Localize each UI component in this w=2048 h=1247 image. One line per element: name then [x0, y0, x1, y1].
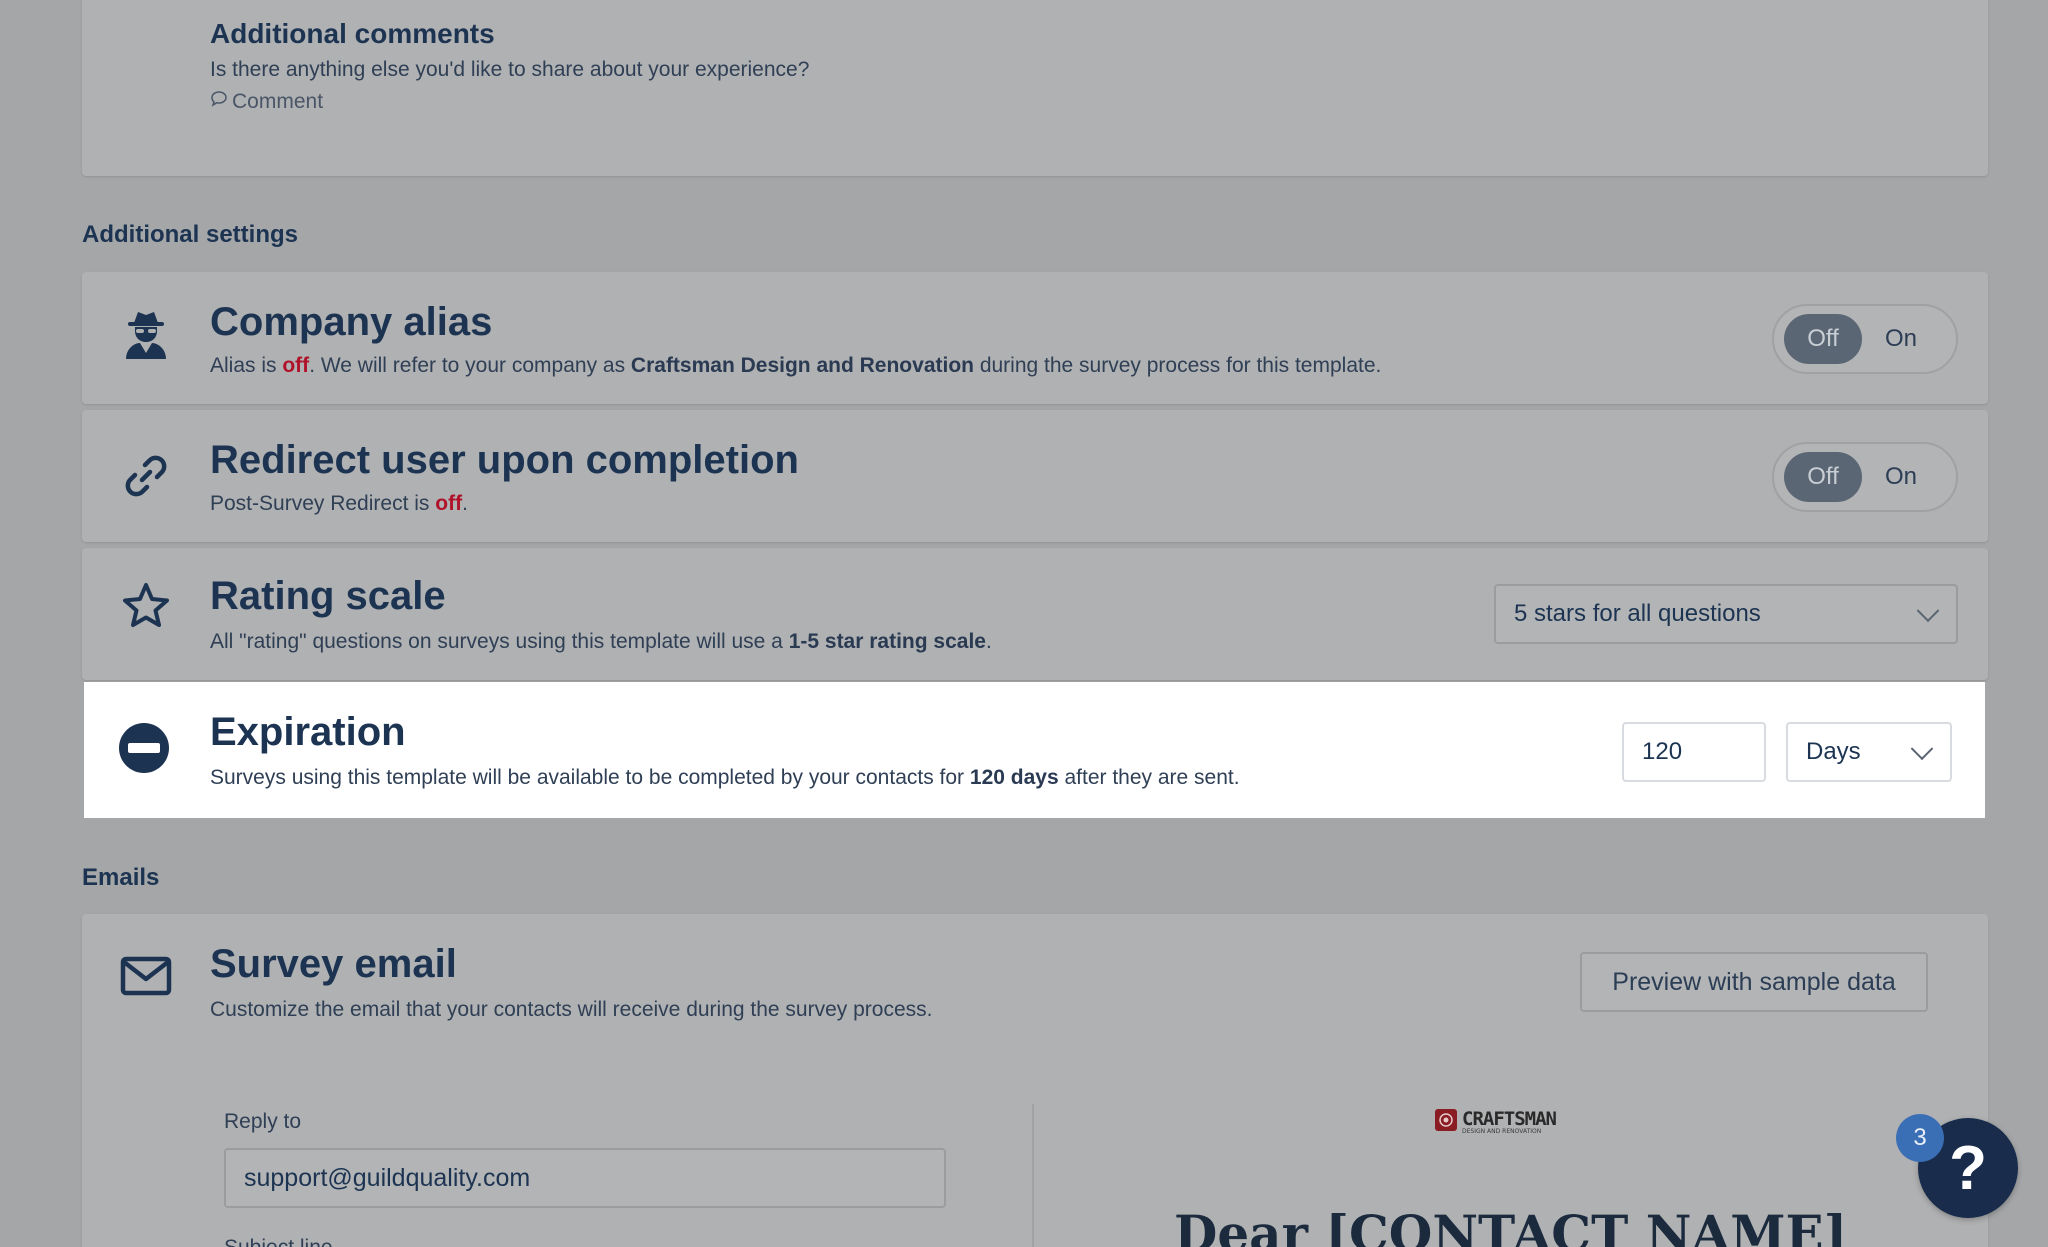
- logo-wordmark: CRAFTSMAN DESIGN AND RENOVATION: [1462, 1108, 1557, 1135]
- additional-settings-heading: Additional settings: [82, 221, 298, 248]
- chevron-down-icon: [1910, 737, 1934, 761]
- company-alias-toggle[interactable]: Off On: [1772, 304, 1958, 374]
- desc-text: Post-Survey Redirect is: [210, 492, 436, 515]
- chevron-down-icon: [1916, 599, 1940, 623]
- rose-logo-icon: [1434, 1108, 1458, 1137]
- rating-scale-desc: All "rating" questions on surveys using …: [210, 630, 992, 654]
- link-icon: [120, 450, 172, 502]
- redirect-state: off: [435, 492, 463, 515]
- company-alias-row: Company alias Alias is off. We will refe…: [82, 272, 1988, 404]
- toggle-off-option[interactable]: Off: [1784, 314, 1862, 364]
- redirect-toggle[interactable]: Off On: [1772, 442, 1958, 512]
- desc-text: Surveys using this template will be avai…: [210, 766, 970, 789]
- toggle-off-option[interactable]: Off: [1784, 452, 1862, 502]
- rating-scale-select[interactable]: 5 stars for all questions: [1494, 584, 1958, 644]
- redirect-row: Redirect user upon completion Post-Surve…: [82, 410, 1988, 542]
- additional-comments-card: Additional comments Is there anything el…: [82, 0, 1988, 176]
- preview-greeting: Dear [CONTACT NAME]: [1174, 1204, 1848, 1247]
- redirect-title: Redirect user upon completion: [210, 438, 799, 482]
- subject-line-label: Subject line: [224, 1236, 333, 1247]
- notification-badge: 3: [1896, 1114, 1944, 1162]
- comment-type: Comment: [210, 90, 323, 114]
- company-alias-title: Company alias: [210, 300, 493, 344]
- alias-state: off: [282, 354, 310, 377]
- reply-to-input[interactable]: support@guildquality.com: [224, 1148, 946, 1208]
- expiration-title: Expiration: [210, 710, 406, 754]
- expiration-value-input[interactable]: 120: [1622, 722, 1766, 782]
- preview-sample-button[interactable]: Preview with sample data: [1580, 952, 1928, 1012]
- no-entry-icon: [118, 722, 170, 774]
- comment-bubble-icon: [210, 90, 228, 114]
- star-icon: [120, 580, 172, 632]
- preview-logo: CRAFTSMAN DESIGN AND RENOVATION: [1434, 1108, 1557, 1137]
- survey-template-page: Additional comments Is there anything el…: [0, 0, 2048, 1247]
- desc-text: during the survey process for this templ…: [973, 354, 1382, 377]
- logo-subtext: DESIGN AND RENOVATION: [1462, 1128, 1542, 1135]
- survey-email-title: Survey email: [210, 942, 457, 986]
- survey-email-card: Survey email Customize the email that yo…: [82, 914, 1988, 1247]
- toggle-on-option[interactable]: On: [1862, 314, 1940, 364]
- expiration-row: Expiration Surveys using this template w…: [84, 682, 1985, 818]
- expiration-unit-value: Days: [1806, 738, 1861, 765]
- expiration-bold: 120 days: [969, 766, 1059, 789]
- rating-scale-bold: 1-5 star rating scale: [788, 630, 986, 653]
- spy-icon: [120, 308, 172, 360]
- desc-text: after they are sent.: [1058, 766, 1240, 789]
- survey-email-desc: Customize the email that your contacts w…: [210, 998, 933, 1021]
- question-mark-icon: ?: [1949, 1133, 1987, 1203]
- comments-question: Is there anything else you'd like to sha…: [210, 58, 810, 81]
- expiration-desc: Surveys using this template will be avai…: [210, 766, 1240, 790]
- redirect-desc: Post-Survey Redirect is off.: [210, 492, 468, 516]
- envelope-icon: [120, 950, 172, 1002]
- rating-scale-title: Rating scale: [210, 574, 446, 618]
- column-divider: [1032, 1104, 1034, 1247]
- comments-title: Additional comments: [210, 18, 495, 49]
- desc-text: All "rating" questions on surveys using …: [210, 630, 789, 653]
- rating-scale-row: Rating scale All "rating" questions on s…: [82, 548, 1988, 680]
- desc-text: Alias is: [210, 354, 283, 377]
- logo-text: CRAFTSMAN: [1462, 1108, 1557, 1130]
- company-name: Craftsman Design and Renovation: [630, 354, 974, 377]
- comment-type-label: Comment: [232, 90, 324, 113]
- reply-to-label: Reply to: [224, 1110, 302, 1133]
- desc-text: . We will refer to your company as: [309, 354, 631, 377]
- toggle-on-option[interactable]: On: [1862, 452, 1940, 502]
- expiration-unit-select[interactable]: Days: [1786, 722, 1952, 782]
- emails-heading: Emails: [82, 864, 160, 891]
- company-alias-desc: Alias is off. We will refer to your comp…: [210, 354, 1381, 378]
- desc-text: .: [985, 630, 992, 653]
- desc-text: .: [462, 492, 468, 515]
- rating-scale-value: 5 stars for all questions: [1514, 600, 1761, 627]
